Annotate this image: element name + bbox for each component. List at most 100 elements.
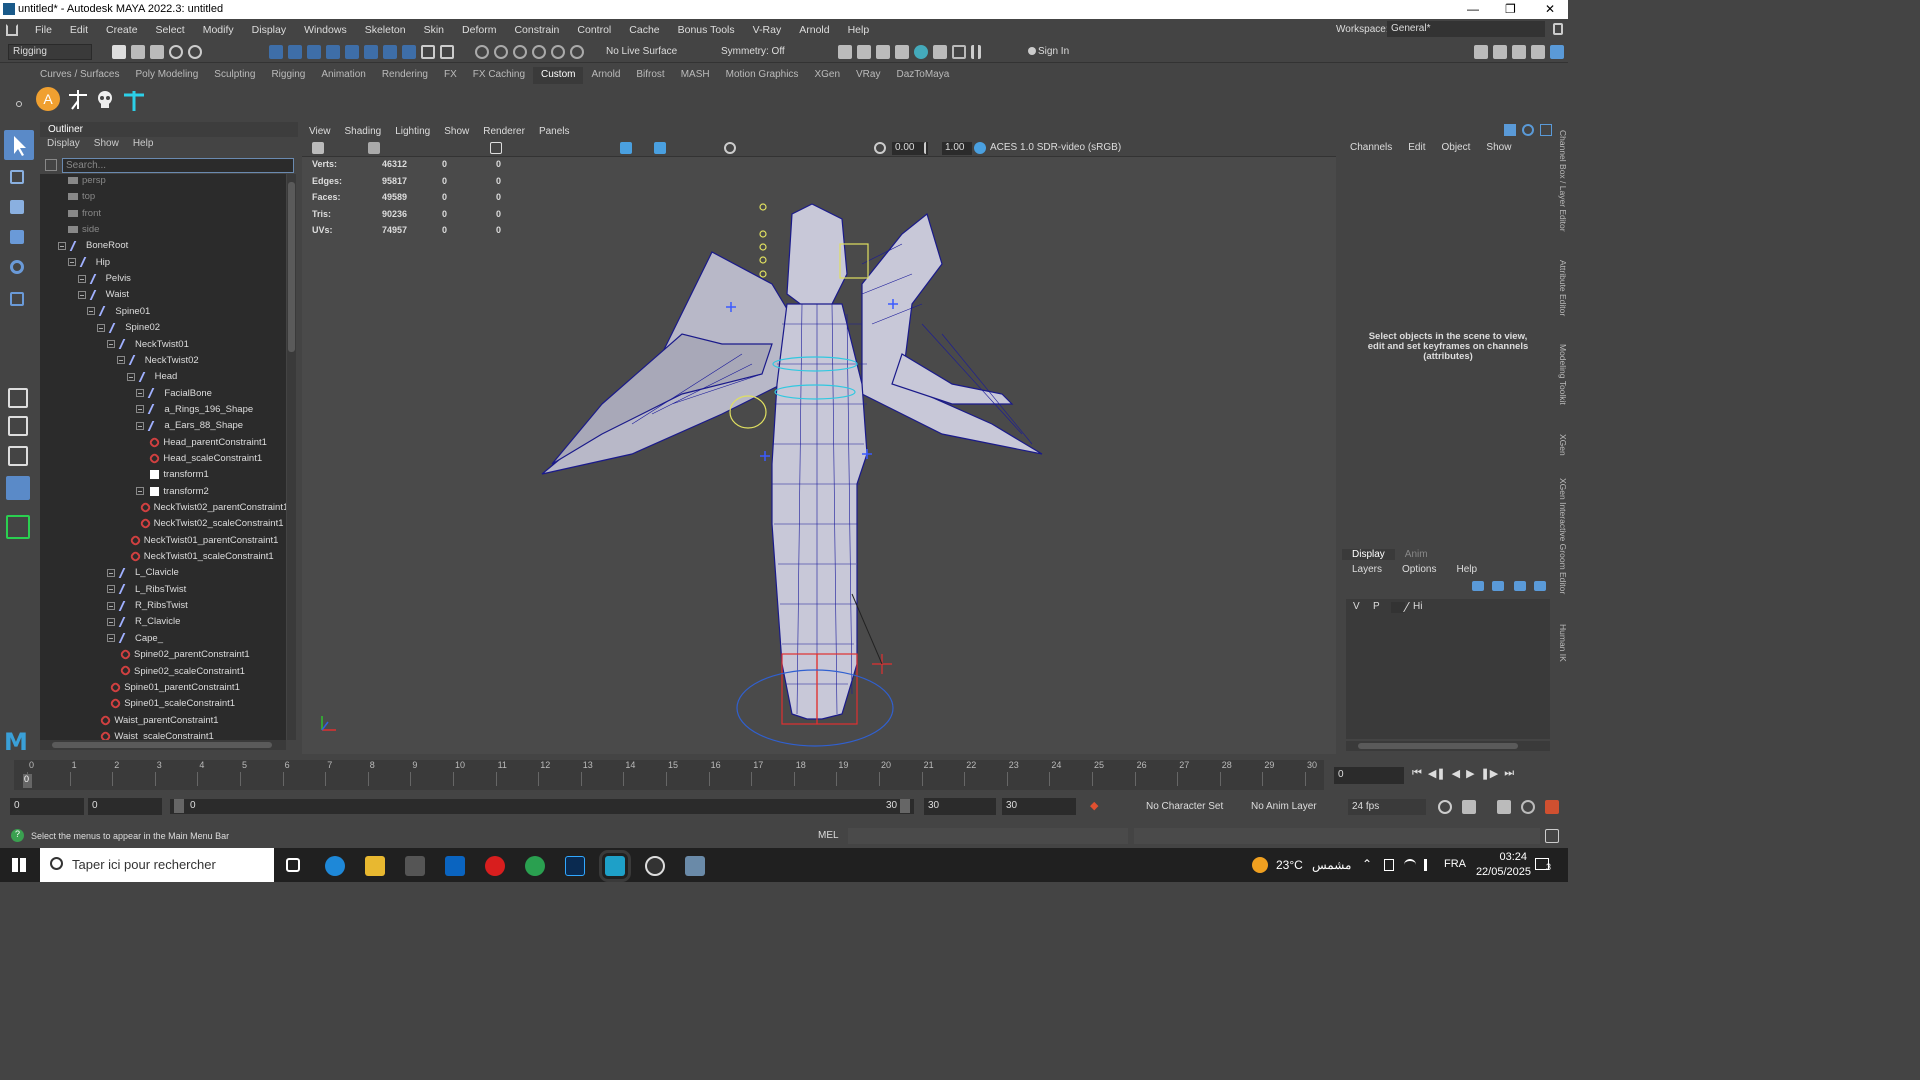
shelf-tab-vray[interactable]: VRay — [848, 67, 888, 84]
paint-select-tool-icon[interactable] — [10, 200, 24, 214]
outliner-row[interactable]: Head_scaleConstraint1 — [136, 452, 262, 469]
time-slider[interactable]: 0 1 2 3 4 5 6 7 8 9 10 11 12 13 14 15 16 17 18 19 20 21 22 23 24… — [14, 760, 1324, 790]
shelf-tab-motion-graphics[interactable]: Motion Graphics — [718, 67, 807, 84]
animation-preferences-icon[interactable] — [1545, 800, 1559, 814]
outliner-row[interactable]: NeckTwist01_parentConstraint1 — [117, 533, 278, 551]
shelf-tab-xgen[interactable]: XGen — [806, 67, 848, 84]
shelf-tab-rigging[interactable]: Rigging — [263, 67, 313, 84]
mask-vertex-icon[interactable] — [326, 45, 340, 59]
expand-toggle-icon[interactable] — [107, 634, 115, 643]
channel-box-mode-icon[interactable] — [1504, 124, 1516, 136]
clock-date[interactable]: 22/05/2025 — [1475, 866, 1531, 878]
chrome-browser-icon[interactable] — [525, 856, 545, 876]
input-language[interactable]: FRA — [1444, 858, 1466, 870]
outliner-row[interactable]: R_RibsTwist — [107, 600, 188, 616]
mask-face-icon[interactable] — [364, 45, 378, 59]
layer-horizontal-scrollbar[interactable] — [1346, 741, 1550, 751]
expand-toggle-icon[interactable] — [67, 258, 76, 267]
outliner-row[interactable]: Waist_scaleConstraint1 — [87, 730, 214, 740]
menu-deform[interactable]: Deform — [453, 24, 505, 36]
outliner-menu-help[interactable]: Help — [126, 138, 161, 152]
expand-toggle-icon[interactable] — [136, 389, 145, 398]
layer-menu-layers[interactable]: Layers — [1342, 564, 1392, 575]
hypershade-icon[interactable] — [914, 45, 928, 59]
maya-taskbar-icon[interactable] — [599, 850, 631, 882]
outliner-row[interactable]: Waist_parentConstraint1 — [87, 713, 219, 731]
outliner-row[interactable]: Cape_ — [107, 633, 163, 649]
show-hidden-icons-icon[interactable]: ⌃ — [1362, 857, 1372, 871]
outliner-row[interactable]: Spine02 — [97, 322, 160, 338]
shelf-tab-arnold[interactable]: Arnold — [583, 67, 628, 84]
menuset-dropdown[interactable]: Rigging — [8, 44, 92, 60]
lasso-tool-icon[interactable] — [10, 170, 24, 184]
script-language-label[interactable]: MEL — [818, 830, 839, 841]
workspace-dropdown[interactable]: General* — [1387, 21, 1545, 37]
go-to-end-icon[interactable]: ⏭ — [1504, 767, 1514, 783]
time-settings-icon[interactable] — [1521, 800, 1535, 814]
expand-toggle-icon[interactable] — [136, 405, 145, 414]
side-tab-channel-box[interactable]: Channel Box / Layer Editor — [1553, 130, 1568, 232]
step-forward-key-icon[interactable]: ❚▶ — [1481, 767, 1499, 783]
clock-time[interactable]: 03:24 — [1485, 851, 1527, 863]
auto-key-icon[interactable]: ◆ — [1090, 799, 1106, 813]
app-window-icon[interactable] — [685, 856, 705, 876]
script-editor-icon[interactable] — [1545, 829, 1559, 843]
move-tool-icon[interactable] — [10, 230, 24, 244]
outliner-menu-show[interactable]: Show — [87, 138, 126, 152]
side-tab-human-ik[interactable]: Human IK — [1553, 624, 1568, 662]
channel-box-menu-channels[interactable]: Channels — [1342, 142, 1400, 153]
channel-box-menu-show[interactable]: Show — [1478, 142, 1519, 153]
menu-select[interactable]: Select — [147, 24, 194, 36]
shelf-tab-sculpting[interactable]: Sculpting — [206, 67, 263, 84]
lock-icon[interactable] — [1553, 23, 1563, 35]
select-hierarchy-icon[interactable] — [269, 45, 283, 59]
go-to-start-icon[interactable]: ⏮ — [1412, 767, 1422, 783]
snap-grid-icon[interactable] — [475, 45, 489, 59]
menu-edit[interactable]: Edit — [61, 24, 97, 36]
expand-toggle-icon[interactable] — [107, 568, 115, 577]
select-object-icon[interactable] — [288, 45, 302, 59]
outliner-row[interactable]: Head_parentConstraint1 — [136, 435, 267, 453]
outliner-row[interactable]: a_Ears_88_Shape — [136, 420, 243, 436]
new-layer-from-selection-icon[interactable] — [1534, 581, 1546, 591]
four-view-icon[interactable] — [8, 416, 28, 436]
opera-browser-icon[interactable] — [485, 856, 505, 876]
symmetry-dropdown[interactable]: Symmetry: Off — [721, 46, 785, 57]
layer-menu-options[interactable]: Options — [1392, 564, 1446, 575]
outliner-row[interactable]: NeckTwist02_parentConstraint1 — [127, 501, 286, 518]
volume-icon[interactable] — [1424, 859, 1436, 871]
outliner-row[interactable]: Spine01_scaleConstraint1 — [97, 697, 235, 714]
persp-outliner-layout-icon[interactable] — [8, 446, 28, 466]
layer-tab-anim[interactable]: Anim — [1395, 549, 1438, 560]
shelf-tab-fx-caching[interactable]: FX Caching — [465, 67, 533, 84]
new-empty-layer-icon[interactable] — [1514, 581, 1526, 591]
menu-create[interactable]: Create — [97, 24, 147, 36]
expand-toggle-icon[interactable] — [116, 356, 125, 365]
scene-start-field[interactable]: 0 — [10, 798, 84, 815]
shelf-tab-custom[interactable]: Custom — [533, 67, 584, 84]
outliner-row[interactable]: Spine01 — [87, 306, 150, 322]
layer-tab-display[interactable]: Display — [1342, 549, 1395, 560]
mask-misc-icon[interactable] — [402, 45, 416, 59]
weather-temperature[interactable]: 23°C — [1276, 858, 1303, 872]
minimize-button[interactable]: — — [1467, 2, 1479, 16]
expand-toggle-icon[interactable] — [77, 290, 86, 299]
side-tab-xgen-groom-editor[interactable]: XGen Interactive Groom Editor — [1553, 478, 1568, 594]
wordpress-icon[interactable] — [645, 856, 665, 876]
arnold-a-icon[interactable]: A — [36, 87, 60, 111]
outliner-row[interactable]: BoneRoot — [58, 240, 128, 256]
filter-icon[interactable] — [45, 159, 57, 171]
menu-help[interactable]: Help — [839, 24, 879, 36]
new-scene-icon[interactable] — [112, 45, 126, 59]
outliner-row[interactable]: side — [68, 224, 99, 240]
taskbar-search-input[interactable]: Taper ici pour rechercher — [40, 848, 274, 882]
home-icon[interactable] — [6, 24, 18, 36]
loop-icon[interactable] — [1438, 800, 1452, 814]
outliner-row[interactable]: L_RibsTwist — [107, 584, 186, 600]
highlight-selection-icon[interactable] — [440, 45, 454, 59]
outliner-row[interactable]: Head — [126, 371, 177, 387]
skull-icon[interactable] — [94, 89, 116, 111]
toggle-modeling-toolkit-icon[interactable] — [1474, 45, 1488, 59]
light-editor-icon[interactable] — [952, 45, 966, 59]
channel-box-sync-icon[interactable] — [1522, 124, 1534, 136]
